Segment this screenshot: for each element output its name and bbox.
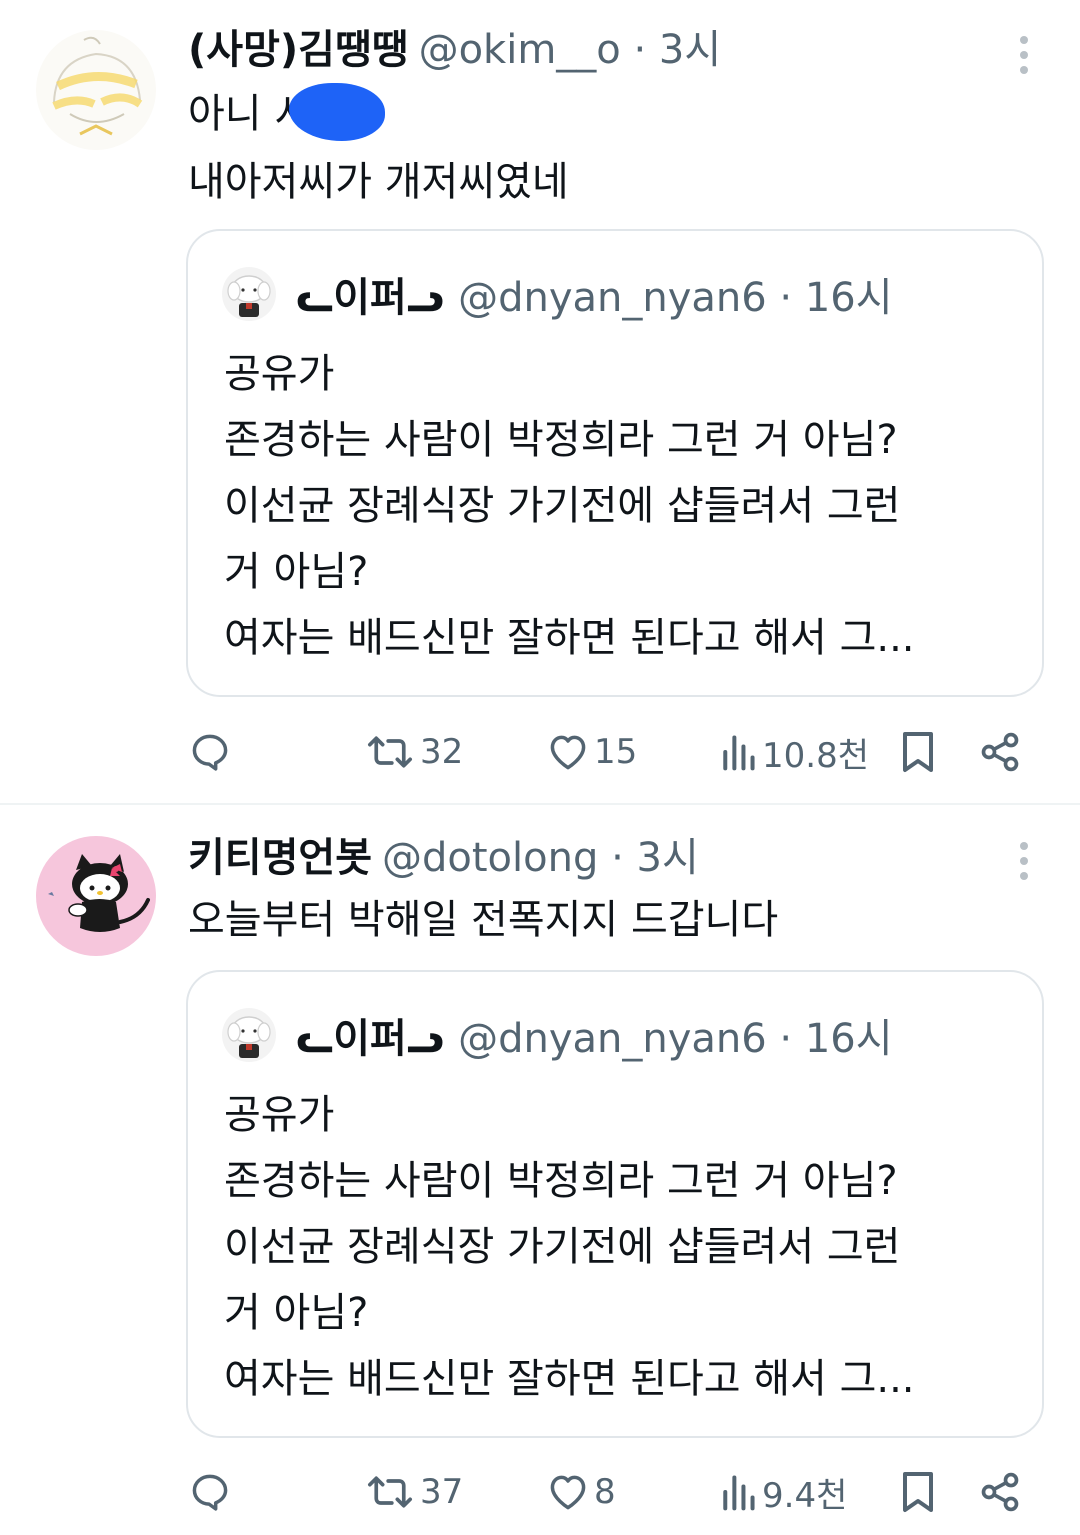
retweet-count: 37 [420,1472,464,1512]
share-button[interactable] [978,1462,1022,1522]
tweet[interactable]: 키티명언봇 @dotolong · 3시 오늘부터 박해일 전폭지지 드갑니다 ᓚ… [0,806,1080,1535]
like-count: 15 [594,732,638,772]
quote-line: 여자는 배드신만 잘하면 된다고 해서 그... [224,1356,915,1402]
quote-text: 공유가 존경하는 사람이 박정희라 그런 거 아님? 이선균 장례식장 가기전에… [224,341,1004,671]
quote-avatar-drawing [222,1008,276,1062]
views-icon [723,1475,755,1511]
bookmark-button[interactable] [898,722,938,782]
tweet[interactable]: (사망)김땡땡 @okim__o · 3시 아니 시 내아저씨가 개저씨였네 ᓚ이… [0,0,1080,804]
author-avatar[interactable] [36,30,156,150]
author-avatar[interactable] [36,836,156,956]
avatar-drawing [36,30,156,150]
retweet-button[interactable]: 37 [364,1462,463,1522]
quote-author-handle-time: @dnyan_nyan6 · 16시 [458,1016,893,1062]
action-bar: 32 15 10.8천 [0,722,1080,782]
quoted-tweet[interactable]: ᓚ이퍼ᓗ @dnyan_nyan6 · 16시 공유가 존경하는 사람이 박정희… [186,970,1044,1438]
quote-avatar-drawing [222,267,276,321]
tweet-text: 아니 시 내아저씨가 개저씨였네 [188,80,569,216]
quote-text: 공유가 존경하는 사람이 박정희라 그런 거 아님? 이선균 장례식장 가기전에… [224,1082,1004,1412]
quoted-tweet[interactable]: ᓚ이퍼ᓗ @dnyan_nyan6 · 16시 공유가 존경하는 사람이 박정희… [186,229,1044,697]
quote-author-avatar [222,1008,276,1062]
quote-line: 공유가 [224,1092,335,1138]
retweet-count: 32 [420,732,464,772]
bookmark-button[interactable] [898,1462,938,1522]
tweet-header: (사망)김땡땡 @okim__o · 3시 [188,24,721,76]
quote-line: 존경하는 사람이 박정희라 그런 거 아님? [224,417,898,463]
author-name[interactable]: (사망)김땡땡 [188,27,409,73]
quote-author-handle-time: @dnyan_nyan6 · 16시 [458,275,893,321]
heart-icon [550,735,586,770]
reply-icon [192,1474,228,1511]
tweet-line: 오늘부터 박해일 전폭지지 드갑니다 [188,897,779,943]
bookmark-icon [903,732,933,772]
author-handle-time[interactable]: @okim__o · 3시 [419,27,722,73]
views-button[interactable]: 9.4천 [718,1462,847,1522]
author-handle-time[interactable]: @dotolong · 3시 [382,835,699,881]
views-button[interactable]: 10.8천 [718,722,869,782]
reply-icon [192,734,228,771]
quote-line: 거 아님? [224,1290,369,1336]
quote-line: 여자는 배드신만 잘하면 된다고 해서 그... [224,615,915,661]
reply-button[interactable] [188,1462,232,1522]
tweet-line: 내아저씨가 개저씨였네 [188,159,569,205]
quote-line: 공유가 [224,351,335,397]
quote-header: ᓚ이퍼ᓗ @dnyan_nyan6 · 16시 [222,1008,893,1062]
like-button[interactable]: 15 [546,722,637,782]
share-button[interactable] [978,722,1022,782]
more-icon[interactable] [1018,36,1030,74]
views-count: 9.4천 [762,1475,848,1516]
bookmark-icon [903,1472,933,1512]
views-count: 10.8천 [762,735,869,776]
share-icon [981,732,1019,772]
like-count: 8 [594,1472,616,1512]
tweet-divider [0,803,1080,805]
tweet-header: 키티명언봇 @dotolong · 3시 [188,832,699,884]
heart-icon [550,1475,586,1510]
share-icon [981,1472,1019,1512]
reply-button[interactable] [188,722,232,782]
like-button[interactable]: 8 [546,1462,616,1522]
quote-line: 존경하는 사람이 박정희라 그런 거 아님? [224,1158,898,1204]
views-icon [723,735,755,771]
quote-line: 거 아님? [224,549,369,595]
action-bar: 37 8 9.4천 [0,1462,1080,1522]
quote-line: 이선균 장례식장 가기전에 샵들려서 그런 [224,483,901,529]
quote-author-name: ᓚ이퍼ᓗ [296,275,445,321]
quote-line: 이선균 장례식장 가기전에 샵들려서 그런 [224,1224,901,1270]
avatar-drawing [36,836,156,956]
quote-author-avatar [222,267,276,321]
retweet-icon [368,1476,412,1508]
quote-author-name: ᓚ이퍼ᓗ [296,1016,445,1062]
retweet-button[interactable]: 32 [364,722,463,782]
tweet-text: 오늘부터 박해일 전폭지지 드갑니다 [188,886,778,954]
more-icon[interactable] [1018,842,1030,880]
author-name[interactable]: 키티명언봇 [188,835,372,881]
retweet-icon [368,736,412,768]
quote-header: ᓚ이퍼ᓗ @dnyan_nyan6 · 16시 [222,267,893,321]
